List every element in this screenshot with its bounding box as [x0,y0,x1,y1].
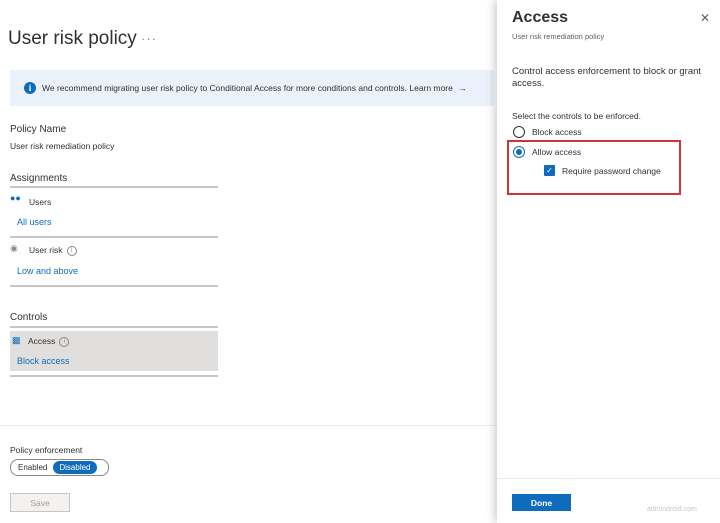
user-risk-help-icon[interactable]: i [66,245,77,256]
users-label: Users [29,197,52,207]
policy-name-label: Policy Name [10,124,67,135]
allow-access-radio[interactable] [513,146,525,158]
policy-enforcement-label: Policy enforcement [10,445,83,455]
panel-description: Control access enforcement to block or g… [512,66,702,89]
policy-page: User risk policy ··· i We recommend migr… [0,0,497,523]
users-divider [10,236,218,238]
panel-instruction: Select the controls to be enforced. [512,111,641,121]
block-access-radio[interactable] [513,126,525,138]
access-row-header: Access i [28,336,70,347]
block-access-label: Block access [532,127,582,137]
users-icon: ●● [10,193,21,203]
access-label: Access [28,336,56,346]
assignments-heading: Assignments [10,173,68,184]
access-icon: ▩ [12,335,21,345]
access-divider [10,375,218,377]
info-icon: i [24,82,36,94]
panel-title: Access [512,9,569,26]
done-button[interactable]: Done [512,494,571,511]
save-button[interactable]: Save [10,493,70,512]
assignments-divider [10,186,218,188]
user-risk-label: User risk [29,245,63,255]
user-risk-row: User risk i [29,245,77,256]
footer-divider [0,425,497,426]
access-help-icon[interactable]: i [59,336,70,347]
banner-text: We recommend migrating user risk policy … [42,83,453,93]
policy-enforcement-toggle[interactable]: Enabled Disabled [10,459,109,476]
users-link[interactable]: All users [17,217,52,227]
access-control-row[interactable]: ▩ Access i Block access [10,331,218,371]
require-password-change-label: Require password change [562,166,661,176]
allow-access-label: Allow access [532,147,582,157]
user-risk-icon: ◉ [10,243,18,253]
enforcement-disabled-option[interactable]: Disabled [53,461,97,474]
enforcement-enabled-option[interactable]: Enabled [11,461,53,474]
close-icon[interactable]: ✕ [700,11,710,25]
watermark: admindroid.com [647,506,697,513]
user-risk-link[interactable]: Low and above [17,266,78,276]
panel-subtitle: User risk remediation policy [512,32,605,41]
access-panel: Access User risk remediation policy ✕ Co… [497,0,720,523]
require-password-change-checkbox[interactable]: ✓ [544,165,555,176]
page-title: User risk policy [8,28,137,49]
controls-divider [10,326,218,328]
access-link[interactable]: Block access [17,356,70,366]
policy-name-value: User risk remediation policy [10,141,115,151]
panel-footer-divider [497,478,720,479]
learn-more-arrow-icon[interactable]: → [458,83,467,93]
user-risk-divider [10,285,218,287]
more-options-button[interactable]: ··· [141,31,157,46]
info-banner: i We recommend migrating user risk polic… [10,70,494,106]
controls-heading: Controls [10,312,48,323]
